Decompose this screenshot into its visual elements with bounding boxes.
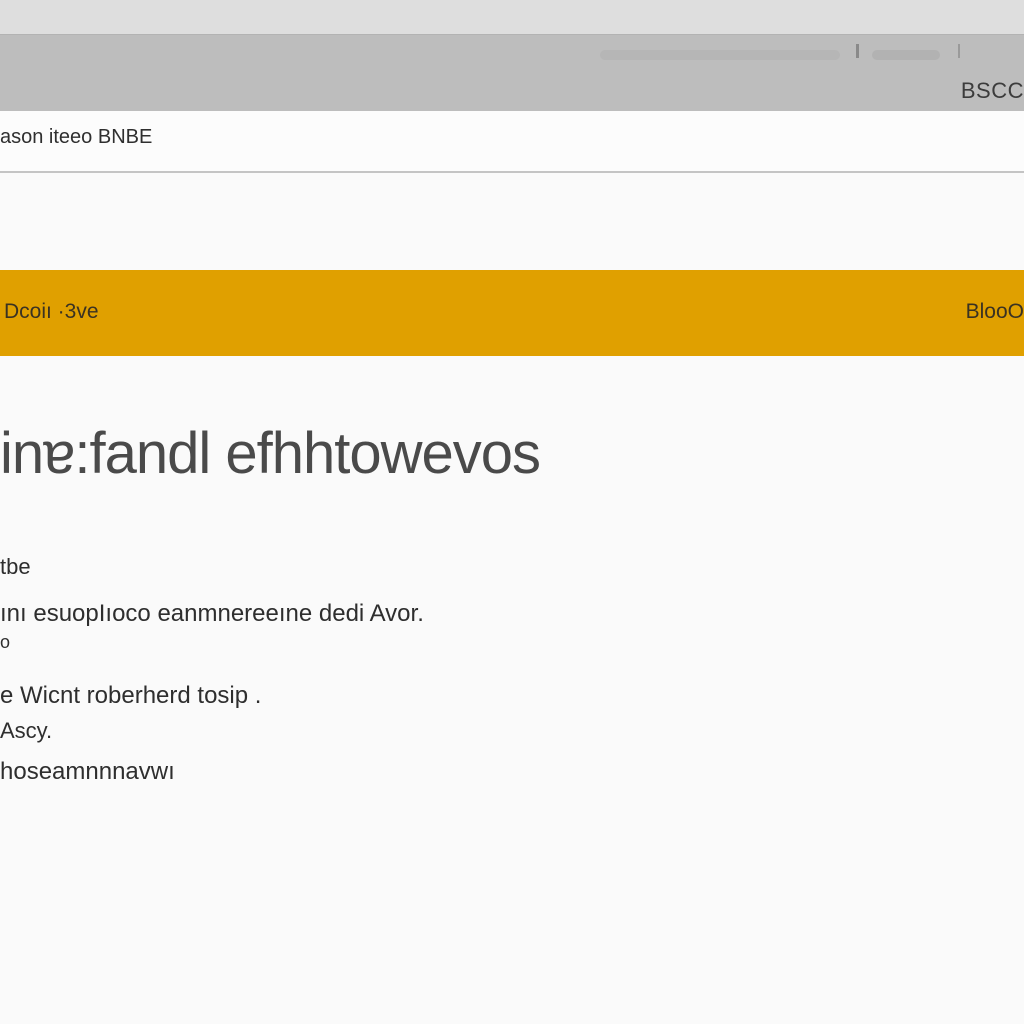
banner-action-button[interactable]: BlooO xyxy=(966,300,1024,324)
address-bar[interactable] xyxy=(0,111,1024,173)
toolbar-divider-2 xyxy=(958,44,960,58)
toolbar-small-field[interactable] xyxy=(872,50,940,60)
toolbar-divider xyxy=(856,44,859,58)
body-text-line: Ascy. xyxy=(0,718,53,743)
body-text-line: o xyxy=(0,632,11,652)
banner-message: Dcoiı ·3ve xyxy=(4,300,99,323)
notification-banner xyxy=(0,270,1024,356)
body-link[interactable]: hoseamnnnavwı xyxy=(0,758,175,786)
browser-toolbar xyxy=(0,34,1024,112)
toolbar-action-button[interactable]: BSCC xyxy=(961,78,1024,104)
body-text-line: ını esuopIıoco eanmnereeıne dedi Avor. xyxy=(0,600,424,627)
page-heading: inɐ:fandl efhhtowevos xyxy=(0,421,541,486)
body-text-line: e Wicnt roberherd tosip . xyxy=(0,682,262,709)
address-bar-text[interactable]: ason iteeo BNBE xyxy=(0,126,152,149)
browser-window: BSCC ason iteeo BNBE Dcoiı ·3ve BlooO in… xyxy=(0,0,1024,1024)
toolbar-search-field[interactable] xyxy=(600,50,840,60)
body-text-line: tbe xyxy=(0,554,31,579)
window-title-bar xyxy=(0,0,1024,34)
